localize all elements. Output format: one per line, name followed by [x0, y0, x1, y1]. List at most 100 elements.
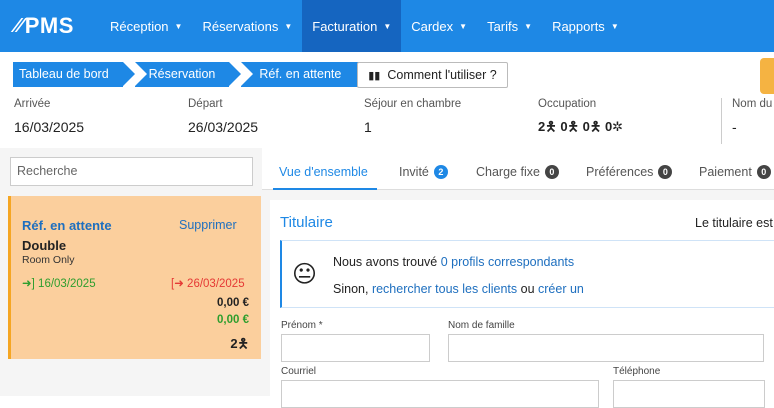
departure-value: 26/03/2025: [188, 119, 259, 135]
reservation-list-panel: Recherche Réf. en attente Supprimer Doub…: [0, 148, 262, 396]
tab-label: Charge fixe: [476, 165, 540, 179]
tab-guest[interactable]: Invité 2: [399, 165, 448, 179]
tab-label: Préférences: [586, 165, 654, 179]
first-name-field[interactable]: [281, 334, 430, 362]
amount-paid: 0,00 €: [217, 314, 249, 326]
logo-text: PMS: [24, 13, 74, 38]
info-name: Nom du -: [732, 98, 772, 135]
child-person-icon: 🯅: [567, 119, 579, 134]
search-input[interactable]: Recherche: [10, 157, 253, 186]
tab-payment[interactable]: Paiement 0: [699, 165, 771, 179]
breadcrumb: Tableau de bord Réservation Réf. en atte…: [13, 62, 378, 87]
caret-down-icon: ▼: [459, 21, 468, 31]
profile-search-notice: 😐 Nous avons trouvé 0 profils correspond…: [280, 240, 774, 308]
stay-label: Séjour en chambre: [364, 98, 462, 110]
phone-field[interactable]: [613, 380, 765, 408]
detail-tabs: Vue d'ensemble Invité 2 Charge fixe 0 Préf…: [262, 148, 774, 190]
reservation-card[interactable]: Réf. en attente Supprimer Double Room On…: [8, 196, 261, 359]
create-client-link[interactable]: créer un: [538, 282, 584, 296]
card-departure-date: 26/03/2025: [187, 278, 245, 290]
tab-badge: 0: [756, 165, 771, 179]
stay-value: 1: [364, 119, 372, 135]
else-line: Sinon, rechercher tous les clients ou cr…: [333, 282, 584, 296]
tab-badge: 0: [658, 165, 673, 179]
email-label: Courriel: [281, 366, 317, 377]
caret-down-icon: ▼: [383, 21, 392, 31]
person-icon: 🯅: [237, 336, 249, 351]
last-name-field[interactable]: [448, 334, 764, 362]
breadcrumb-dashboard[interactable]: Tableau de bord: [13, 62, 135, 87]
pet-icon: ✲: [612, 119, 624, 134]
occupancy-value: 2🯅 0🯅 0🯅 0✲: [538, 118, 623, 140]
book-icon: ▮▮: [368, 69, 381, 82]
card-arrival-date: 16/03/2025: [38, 278, 96, 290]
first-name-label: Prénom *: [281, 320, 323, 331]
menu-item-cardex[interactable]: Cardex ▼: [401, 0, 477, 52]
babies-count: 0: [582, 119, 590, 134]
else-prefix: Sinon,: [333, 282, 369, 296]
tab-label: Invité: [399, 165, 429, 179]
caret-down-icon: ▼: [610, 21, 619, 31]
how-to-use-button[interactable]: ▮▮ Comment l'utiliser ?: [357, 62, 508, 88]
occupancy-label: Occupation: [538, 98, 597, 110]
how-to-use-label: Comment l'utiliser ?: [387, 68, 497, 82]
logo-slash-icon: ⁄⁄: [15, 14, 23, 37]
info-divider: [721, 98, 722, 144]
search-all-clients-link[interactable]: rechercher tous les clients: [372, 282, 517, 296]
amount-total: 0,00 €: [217, 297, 249, 309]
app-logo[interactable]: ⁄⁄ PMS: [0, 13, 100, 39]
tab-preferences[interactable]: Préférences 0: [586, 165, 673, 179]
holder-title: Titulaire: [280, 214, 333, 231]
pax-count: 2: [230, 336, 238, 351]
breadcrumb-pending-ref[interactable]: Réf. en attente: [241, 62, 378, 87]
found-line: Nous avons trouvé 0 profils correspondan…: [333, 255, 574, 269]
or-text: ou: [520, 282, 535, 296]
email-field[interactable]: [281, 380, 599, 408]
tab-label: Paiement: [699, 165, 752, 179]
matching-profiles-link[interactable]: 0 profils correspondants: [441, 255, 574, 269]
caret-down-icon: ▼: [284, 21, 293, 31]
card-arrival: ➜] 16/03/2025: [22, 276, 96, 290]
reservation-detail-panel: Vue d'ensemble Invité 2 Charge fixe 0 Préf…: [262, 148, 774, 408]
delete-link[interactable]: Supprimer: [179, 218, 237, 232]
tab-badge: 2: [433, 165, 448, 179]
info-stay: Séjour en chambre 1: [364, 98, 461, 135]
sub-toolbar: Tableau de bord Réservation Réf. en atte…: [0, 52, 774, 94]
tab-overview[interactable]: Vue d'ensemble: [279, 165, 368, 179]
room-type: Double: [22, 238, 67, 253]
tab-badge: 0: [544, 165, 559, 179]
menu-item-facturation[interactable]: Facturation ▼: [302, 0, 402, 52]
baby-icon: 🯅: [589, 119, 602, 134]
last-name-label: Nom de famille: [448, 320, 515, 331]
departure-label: Départ: [188, 98, 223, 110]
menu-item-label: Tarifs: [487, 18, 519, 34]
card-pax: 2🯅: [230, 335, 249, 357]
main-menu: Réception ▼ Réservations ▼ Facturation ▼ Ca…: [100, 0, 629, 52]
breadcrumb-reservation[interactable]: Réservation: [134, 62, 242, 87]
reservation-info-bar: Arrivée 16/03/2025 Départ 26/03/2025 Séj…: [0, 94, 774, 148]
menu-item-label: Cardex: [411, 18, 454, 34]
menu-item-rapports[interactable]: Rapports ▼: [542, 0, 629, 52]
caret-down-icon: ▼: [524, 21, 533, 31]
children-count: 0: [560, 119, 568, 134]
active-tab-indicator: [273, 188, 377, 190]
holder-panel: Titulaire Le titulaire est 😐 Nous avons …: [270, 200, 774, 408]
caret-down-icon: ▼: [174, 21, 183, 31]
info-occupancy: Occupation 2🯅 0🯅 0🯅 0✲: [538, 98, 623, 140]
menu-item-label: Réservations: [202, 18, 279, 34]
menu-item-tarifs[interactable]: Tarifs ▼: [477, 0, 542, 52]
info-arrival: Arrivée 16/03/2025: [14, 98, 84, 135]
menu-item-reception[interactable]: Réception ▼: [100, 0, 192, 52]
neutral-face-icon: 😐: [292, 261, 318, 288]
tab-fixed-charge[interactable]: Charge fixe 0: [476, 165, 559, 179]
menu-item-label: Rapports: [552, 18, 605, 34]
info-departure: Départ 26/03/2025: [188, 98, 258, 135]
menu-item-label: Facturation: [312, 18, 378, 34]
card-title: Réf. en attente: [22, 218, 112, 233]
card-departure: [➜ 26/03/2025: [171, 276, 245, 290]
tab-label: Vue d'ensemble: [279, 165, 368, 179]
holder-note: Le titulaire est: [695, 216, 773, 230]
menu-item-reservations[interactable]: Réservations ▼: [192, 0, 302, 52]
adult-person-icon: 🯅: [545, 119, 557, 134]
orange-action-button[interactable]: [760, 58, 774, 94]
